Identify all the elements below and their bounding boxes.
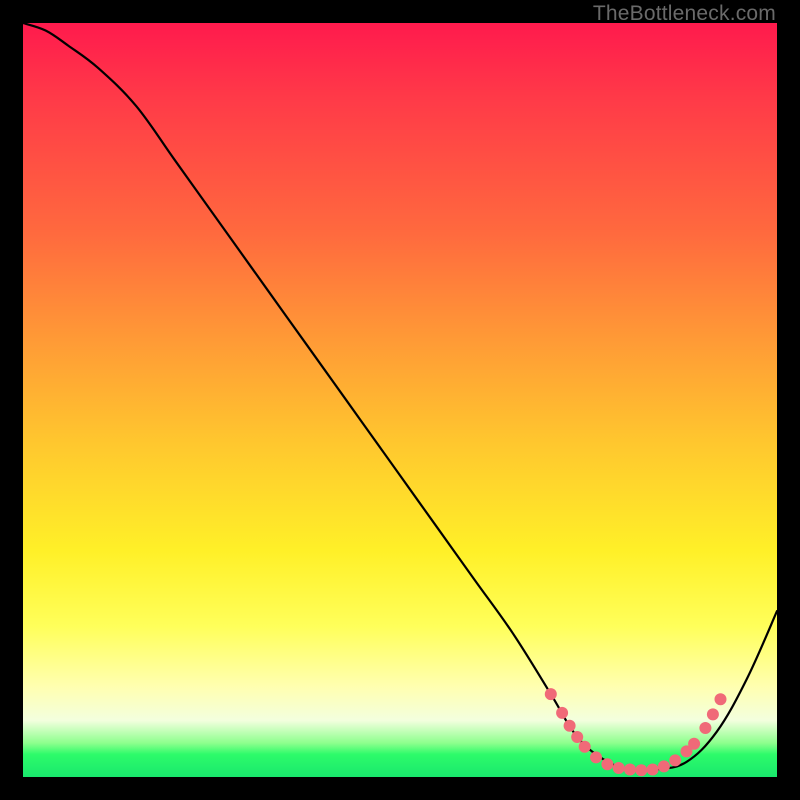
data-marker — [579, 741, 591, 753]
data-marker — [556, 707, 568, 719]
marker-group — [545, 688, 727, 776]
data-marker — [635, 764, 647, 776]
data-marker — [590, 751, 602, 763]
data-marker — [707, 708, 719, 720]
data-marker — [624, 764, 636, 776]
data-marker — [613, 762, 625, 774]
bottleneck-curve — [23, 23, 777, 771]
data-marker — [658, 760, 670, 772]
data-marker — [571, 731, 583, 743]
data-marker — [669, 754, 681, 766]
data-marker — [688, 738, 700, 750]
data-marker — [647, 764, 659, 776]
data-marker — [699, 722, 711, 734]
data-marker — [601, 758, 613, 770]
data-marker — [715, 693, 727, 705]
chart-overlay-svg — [23, 23, 777, 777]
chart-frame: TheBottleneck.com — [0, 0, 800, 800]
data-marker — [564, 720, 576, 732]
data-marker — [545, 688, 557, 700]
